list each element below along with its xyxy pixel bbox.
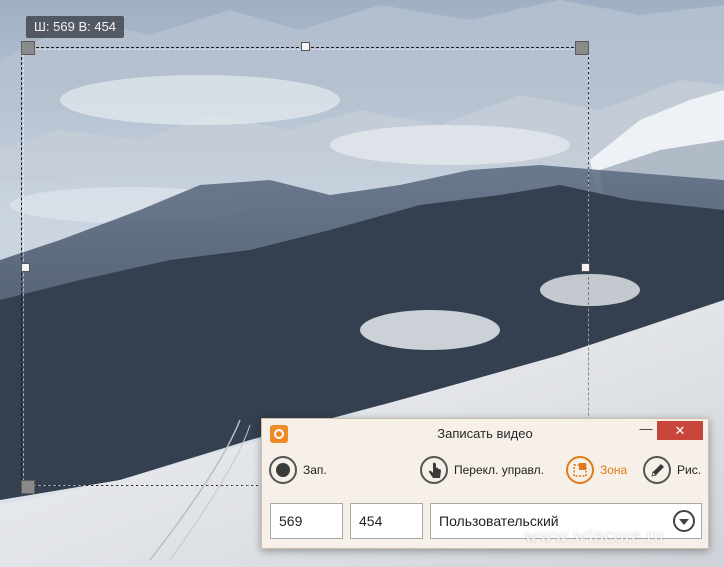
resize-handle-top[interactable] bbox=[301, 42, 310, 51]
record-button[interactable]: Зап. bbox=[269, 453, 327, 487]
width-input[interactable] bbox=[270, 503, 343, 539]
watermark-text: www.wincore.ru bbox=[524, 525, 665, 547]
record-label: Зап. bbox=[303, 463, 327, 477]
record-icon bbox=[269, 456, 297, 484]
hand-pointer-icon bbox=[420, 456, 448, 484]
switch-control-label: Перекл. управл. bbox=[454, 463, 544, 477]
recorder-titlebar[interactable]: Записать видео — ✕ bbox=[262, 419, 708, 449]
draw-label: Рис. bbox=[677, 463, 702, 477]
switch-control-button[interactable]: Перекл. управл. bbox=[420, 453, 544, 487]
selection-size-label: Ш: 569 В: 454 bbox=[26, 16, 125, 38]
resize-handle-top-right[interactable] bbox=[575, 41, 589, 55]
resize-handle-top-left[interactable] bbox=[21, 41, 35, 55]
resize-handle-right[interactable] bbox=[581, 263, 590, 272]
zone-label: Зона bbox=[600, 463, 628, 477]
pencil-icon bbox=[643, 456, 671, 484]
resize-handle-left[interactable] bbox=[21, 263, 30, 272]
height-input[interactable] bbox=[350, 503, 423, 539]
zone-button[interactable]: Зона bbox=[566, 453, 627, 487]
close-button[interactable]: ✕ bbox=[657, 421, 703, 440]
draw-button[interactable]: Рис. bbox=[643, 453, 701, 487]
chevron-down-icon[interactable] bbox=[673, 510, 695, 532]
zone-select-icon bbox=[566, 456, 594, 484]
minimize-button[interactable]: — bbox=[636, 422, 656, 440]
resize-handle-bottom-left[interactable] bbox=[21, 480, 35, 494]
recorder-toolbar: Зап. Перекл. управл. Зона Рис. bbox=[262, 453, 708, 487]
